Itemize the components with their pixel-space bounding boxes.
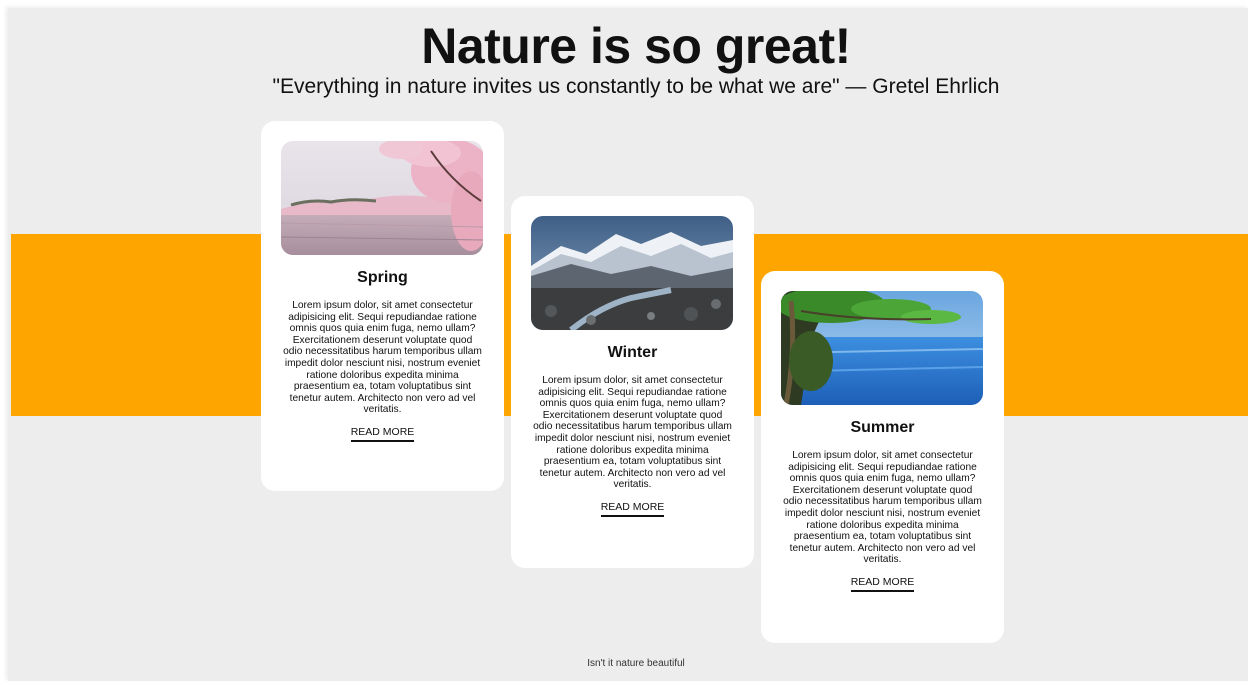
card-text: Lorem ipsum dolor, sit amet consectetur … bbox=[283, 300, 482, 416]
read-more-link[interactable]: READ MORE bbox=[850, 576, 915, 592]
card-text: Lorem ipsum dolor, sit amet consectetur … bbox=[783, 450, 982, 566]
read-more-link[interactable]: READ MORE bbox=[350, 426, 415, 442]
card-summer: Summer Lorem ipsum dolor, sit amet conse… bbox=[761, 271, 1004, 643]
footer-text: Isn't it nature beautiful bbox=[587, 658, 685, 669]
card-title: Winter bbox=[607, 344, 658, 361]
page-title: Nature is so great! bbox=[421, 18, 851, 74]
card-spring: Spring Lorem ipsum dolor, sit amet conse… bbox=[261, 121, 504, 491]
winter-photo bbox=[531, 216, 733, 330]
read-more-link[interactable]: READ MORE bbox=[600, 501, 665, 517]
summer-photo bbox=[781, 291, 983, 405]
card-text: Lorem ipsum dolor, sit amet consectetur … bbox=[533, 375, 732, 491]
card-title: Summer bbox=[850, 419, 915, 436]
card-title: Spring bbox=[357, 269, 408, 286]
page: Nature is so great! "Everything in natur… bbox=[8, 8, 1248, 681]
card-winter: Winter Lorem ipsum dolor, sit amet conse… bbox=[511, 196, 754, 568]
spring-photo bbox=[281, 141, 483, 255]
page-quote: "Everything in nature invites us constan… bbox=[272, 75, 1000, 98]
